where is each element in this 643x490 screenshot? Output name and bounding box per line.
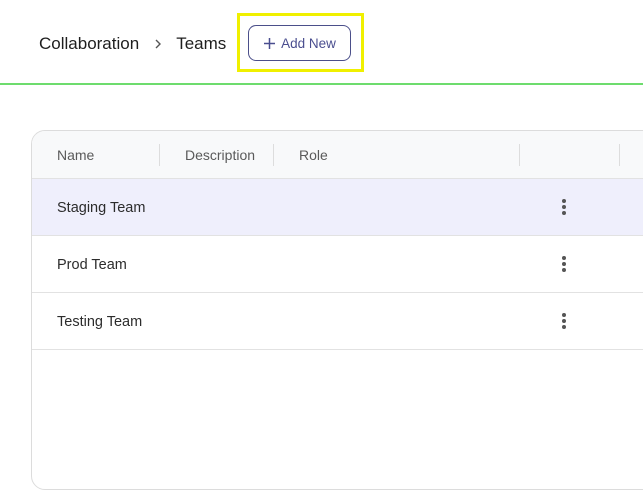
add-new-label: Add New: [281, 35, 336, 51]
more-options-icon[interactable]: [552, 309, 576, 333]
table-row[interactable]: Testing Team: [32, 293, 643, 350]
breadcrumb: Collaboration Teams: [39, 33, 226, 55]
more-options-icon[interactable]: [552, 252, 576, 276]
add-new-button[interactable]: Add New: [248, 25, 351, 61]
column-header-name[interactable]: Name: [57, 131, 94, 179]
teams-table: Name Description Role Staging Team Prod …: [31, 130, 643, 490]
column-divider[interactable]: [159, 144, 160, 166]
table-header: Name Description Role: [32, 131, 643, 179]
breadcrumb-item-teams: Teams: [176, 34, 227, 53]
column-divider[interactable]: [273, 144, 274, 166]
more-options-icon[interactable]: [552, 195, 576, 219]
team-name-cell: Staging Team: [57, 199, 146, 216]
chevron-right-icon: [139, 33, 176, 55]
column-header-description[interactable]: Description: [185, 131, 255, 179]
breadcrumb-item-collaboration[interactable]: Collaboration: [39, 34, 139, 54]
team-name-cell: Testing Team: [57, 313, 143, 330]
column-divider[interactable]: [619, 144, 620, 166]
plus-icon: [263, 37, 281, 50]
table-row[interactable]: Prod Team: [32, 236, 643, 293]
team-name-cell: Prod Team: [57, 256, 127, 273]
column-header-role[interactable]: Role: [299, 131, 328, 179]
table-row[interactable]: Staging Team: [32, 179, 643, 236]
column-divider[interactable]: [519, 144, 520, 166]
page-header: Collaboration Teams Add New: [0, 0, 643, 85]
